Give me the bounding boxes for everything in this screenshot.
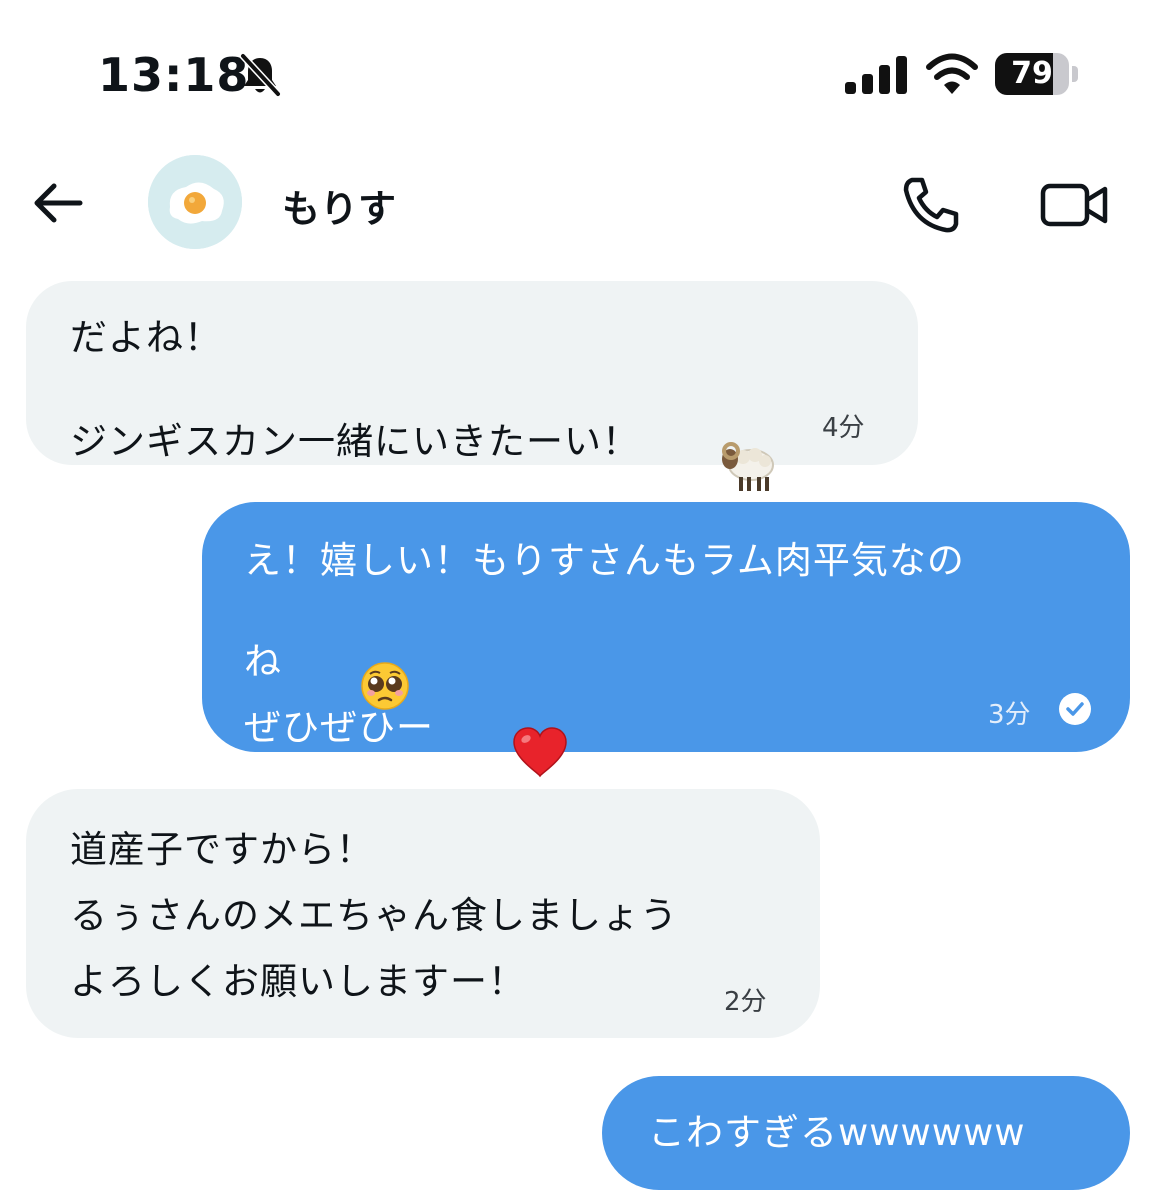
- message-line: え！嬉しい！もりすさんもラム肉平気なの: [244, 539, 965, 582]
- battery-icon: 79: [995, 53, 1081, 95]
- message-line: こわすぎるwwwwww: [648, 1111, 1026, 1154]
- bell-slash-icon: [239, 52, 282, 98]
- message-line-text: ジンギスカン一緒にいきたーい！: [70, 420, 640, 463]
- message-bubble-outgoing[interactable]: こわすぎるwwwwww: [602, 1076, 1130, 1190]
- wifi-icon: [926, 53, 978, 94]
- phone-call-icon[interactable]: [900, 176, 962, 234]
- message-line: ぜひぜひー: [244, 660, 569, 799]
- message-bubble-outgoing[interactable]: え！嬉しい！もりすさんもラム肉平気なの ね ぜひぜひー 3分: [202, 502, 1130, 778]
- cellular-signal-icon: [845, 56, 907, 94]
- fried-egg-avatar: [148, 155, 242, 249]
- message-line: るぅさんのメエちゃん食しましょう: [70, 894, 678, 937]
- message-bubble-incoming[interactable]: 道産子ですから！ るぅさんのメエちゃん食しましょう よろしくお願いしますー！ 2…: [26, 789, 820, 1038]
- message-line: だよね！: [70, 316, 222, 359]
- ram-emoji: [640, 371, 777, 516]
- red-heart-emoji: [434, 660, 569, 799]
- status-time: 13:18: [98, 48, 250, 102]
- message-time: 4分: [822, 413, 865, 443]
- status-bar: 13:18 79: [0, 0, 1156, 150]
- avatar[interactable]: [148, 155, 242, 249]
- message-line-text: ぜひぜひー: [244, 706, 434, 749]
- read-check-icon: [1059, 693, 1091, 725]
- video-call-icon[interactable]: [1040, 180, 1108, 230]
- contact-name[interactable]: もりす: [282, 178, 396, 233]
- message-line: よろしくお願いしますー！: [70, 960, 526, 1003]
- message-bubble-incoming[interactable]: だよね！ ジンギスカン一緒にいきたーい！ 4分: [26, 281, 918, 491]
- battery-percent: 79: [1011, 56, 1053, 91]
- message-time: 2分: [724, 987, 767, 1017]
- message-line: 道産子ですから！: [70, 828, 374, 871]
- message-line: ジンギスカン一緒にいきたーい！: [70, 371, 777, 516]
- back-arrow-icon[interactable]: [32, 180, 84, 226]
- conversation-header: もりす: [0, 150, 1156, 260]
- message-time: 3分: [988, 700, 1031, 730]
